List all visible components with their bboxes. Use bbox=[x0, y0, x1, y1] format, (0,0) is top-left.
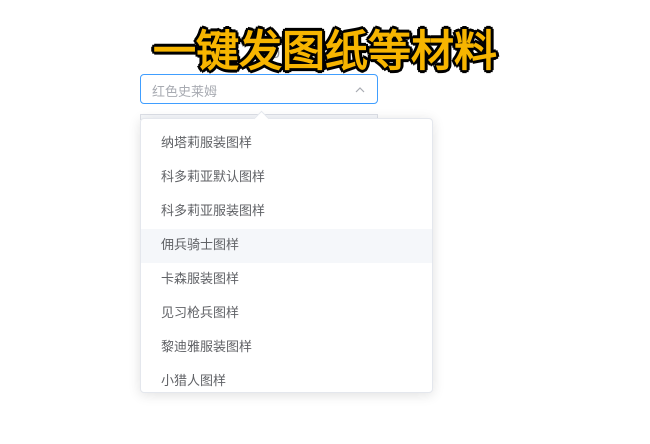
dropdown-option[interactable]: 纳塔莉服装图样 bbox=[141, 127, 432, 161]
dropdown-option[interactable]: 见习枪兵图样 bbox=[141, 297, 432, 331]
dropdown-option[interactable]: 小猎人图样 bbox=[141, 365, 432, 392]
dropdown-option[interactable]: 卡森服装图样 bbox=[141, 263, 432, 297]
page: u 0 一键发图纸等材料 红色史莱姆 纳塔莉服装图样 科多莉亚默认图样 科多莉亚… bbox=[0, 0, 650, 444]
chevron-up-icon[interactable] bbox=[354, 84, 366, 96]
option-list: 纳塔莉服装图样 科多莉亚默认图样 科多莉亚服装图样 佣兵骑士图样 卡森服装图样 … bbox=[141, 119, 432, 392]
overlay-banner-title: 一键发图纸等材料 bbox=[153, 27, 497, 77]
item-select[interactable]: 红色史莱姆 bbox=[140, 74, 378, 104]
dropdown-option[interactable]: 科多莉亚服装图样 bbox=[141, 195, 432, 229]
select-dropdown: 纳塔莉服装图样 科多莉亚默认图样 科多莉亚服装图样 佣兵骑士图样 卡森服装图样 … bbox=[140, 118, 433, 393]
dropdown-option[interactable]: 黎迪雅服装图样 bbox=[141, 331, 432, 365]
select-current-value: 红色史莱姆 bbox=[152, 85, 218, 100]
dropdown-option[interactable]: 科多莉亚默认图样 bbox=[141, 161, 432, 195]
dropdown-option-highlighted[interactable]: 佣兵骑士图样 bbox=[141, 229, 432, 263]
